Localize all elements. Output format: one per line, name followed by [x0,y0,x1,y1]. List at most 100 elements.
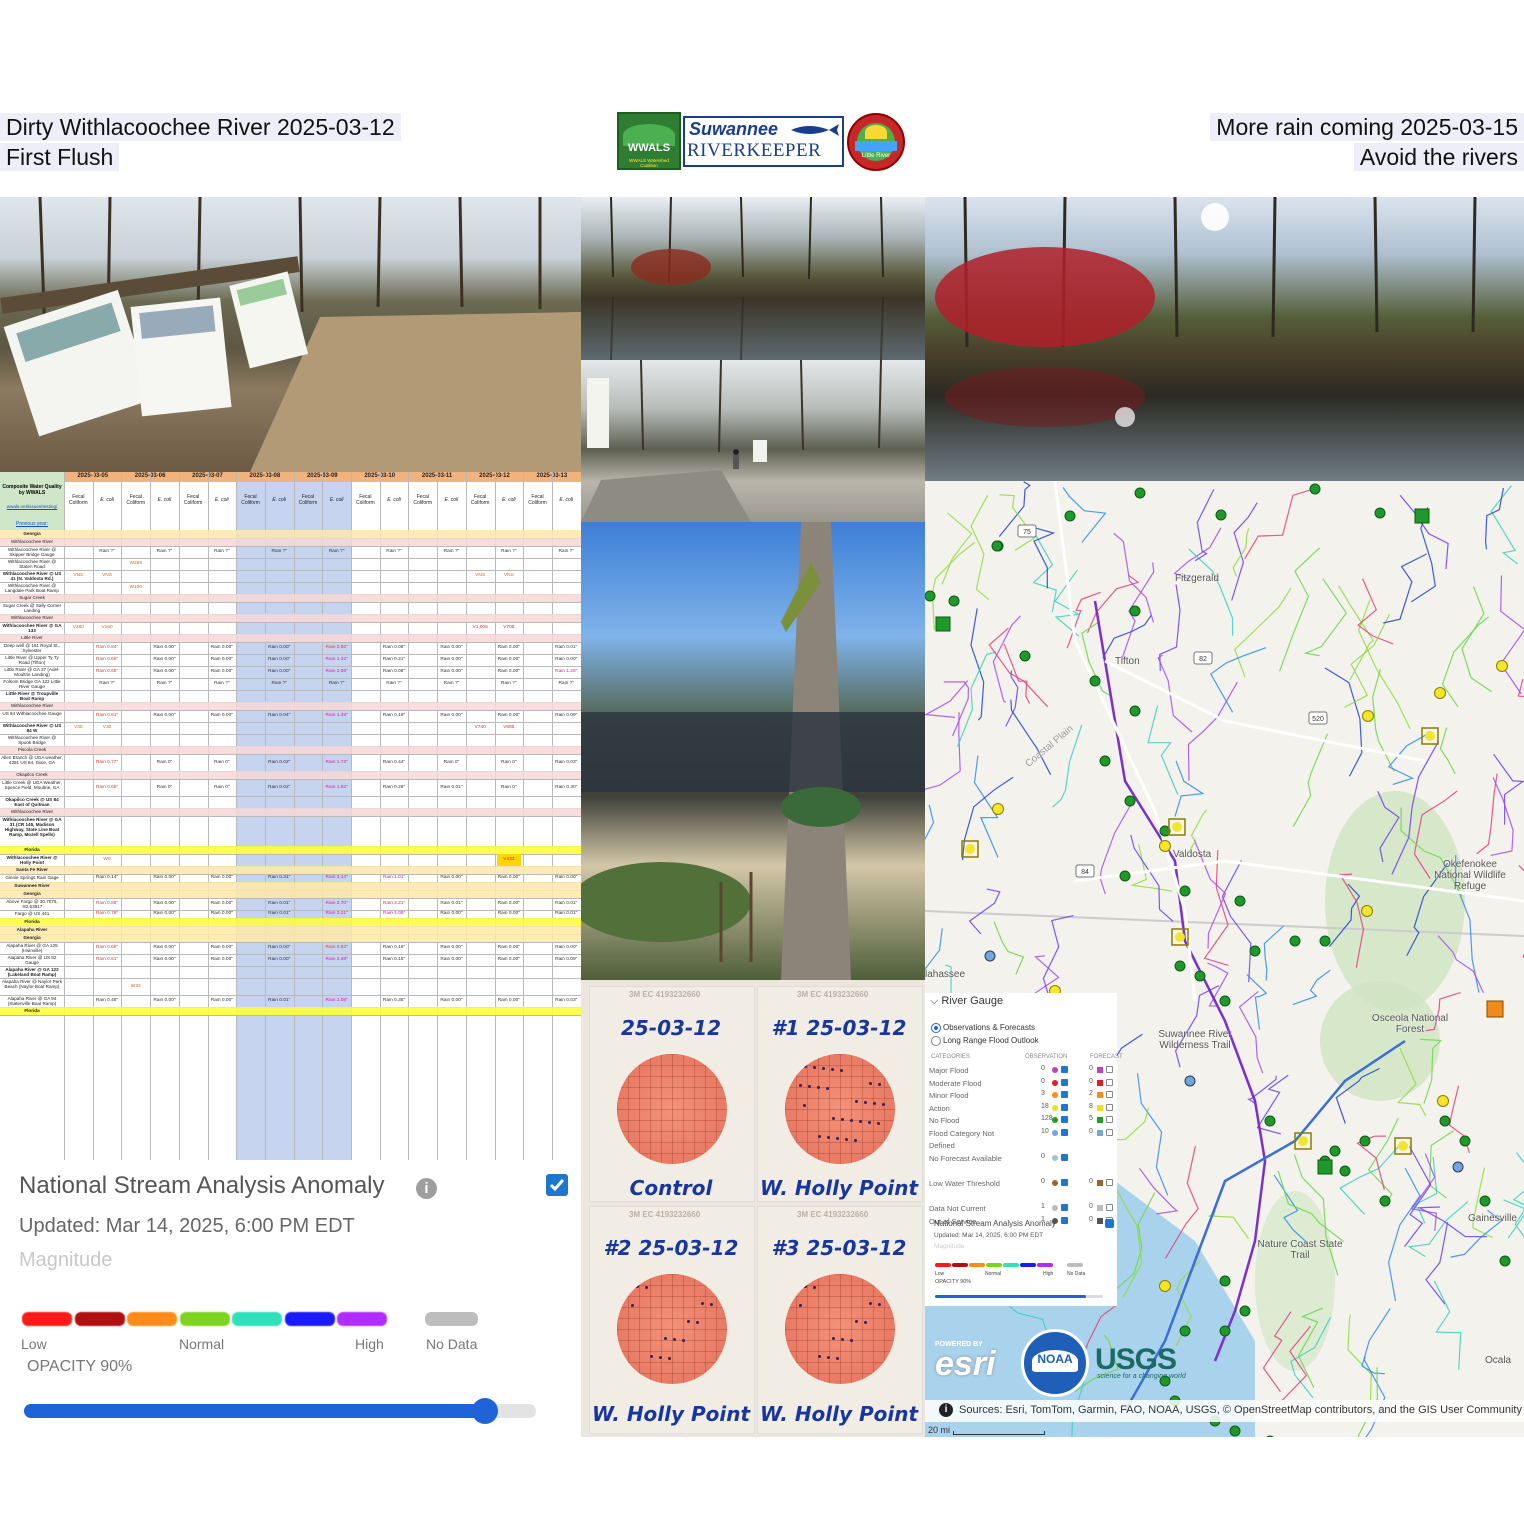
gauge-category-fc-checkbox[interactable] [1106,1091,1113,1099]
forecast-no-flood-square[interactable] [935,616,951,632]
gauge-no-flood-marker[interactable] [1359,1135,1371,1147]
gauge-action-marker[interactable] [992,803,1004,815]
forecast-minor-flood-square[interactable] [1486,1000,1504,1018]
gauge-no-flood-marker[interactable] [1064,510,1076,522]
gauge-no-flood-marker[interactable] [1219,995,1231,1007]
gauge-no-flood-marker[interactable] [1179,1325,1191,1337]
gauge-no-flood-marker[interactable] [1264,1115,1276,1127]
colony-dot [827,1136,830,1139]
gauge-no-flood-marker[interactable] [1219,1325,1231,1337]
gauge-no-flood-marker[interactable] [1134,487,1146,499]
previous-year-link[interactable]: Previous year: [0,521,64,527]
opacity-slider[interactable] [24,1398,536,1424]
gauge-action-marker[interactable] [1175,932,1185,942]
gauge-no-flood-marker[interactable] [1289,935,1301,947]
gauge-no-flood-marker[interactable] [1379,1195,1391,1207]
gauge-no-flood-marker[interactable] [1129,705,1141,717]
gauge-category-obs-checkbox[interactable] [1061,1066,1068,1073]
gauge-not-defined-marker[interactable] [984,950,996,962]
gauge-no-flood-marker[interactable] [991,540,1003,552]
gauge-category-obs-checkbox[interactable] [1061,1078,1068,1086]
gauge-no-flood-marker[interactable] [948,595,960,607]
gauge-not-defined-marker[interactable] [1452,1161,1464,1173]
gauge-category-obs-checkbox[interactable] [1061,1179,1068,1186]
gauge-no-flood-marker[interactable] [1459,1135,1471,1147]
gauge-no-flood-marker[interactable] [925,590,936,602]
gauge-action-marker[interactable] [965,844,975,854]
gauge-no-flood-marker[interactable] [1249,945,1261,957]
gauge-no-flood-marker[interactable] [1215,509,1227,521]
gauge-no-flood-marker[interactable] [1309,483,1321,495]
gauge-not-defined-marker[interactable] [1184,1075,1196,1087]
gauge-category-obs-checkbox[interactable] [1061,1216,1068,1224]
gauge-category-fc-checkbox[interactable] [1106,1078,1113,1086]
gauge-category-obs-checkbox[interactable] [1061,1091,1068,1099]
gauge-no-flood-marker[interactable] [1124,795,1136,807]
gauge-no-flood-marker[interactable] [1089,675,1101,687]
gauge-no-flood-marker[interactable] [1229,1425,1241,1437]
gauge-no-flood-marker[interactable] [1119,870,1131,882]
gauge-action-marker[interactable] [1172,822,1182,832]
nsa-small-checkbox[interactable] [1105,1219,1114,1228]
anomaly-layer-checkbox[interactable] [546,1174,568,1196]
table-row-divider [0,978,581,979]
gauge-category-obs-swatch [1052,1092,1058,1099]
attribution-info-icon[interactable]: i [939,1403,953,1417]
info-icon[interactable]: i [416,1178,437,1199]
table-cell-value: Rain ?" [501,549,517,554]
gauge-no-flood-marker[interactable] [1319,935,1331,947]
gauge-no-flood-marker[interactable] [1179,885,1191,897]
gauge-action-marker[interactable] [1434,687,1446,699]
nsa-small-opacity-slider[interactable] [935,1295,1103,1298]
gauge-action-marker[interactable] [1437,1095,1449,1107]
gauge-category-fc-checkbox[interactable] [1106,1066,1113,1073]
gauge-category-fc-checkbox[interactable] [1106,1204,1113,1211]
gauge-no-flood-marker[interactable] [1174,960,1186,972]
gauge-no-flood-marker[interactable] [1339,1165,1351,1177]
table-cell-value: Rain 0.26" [382,784,406,790]
gauge-action-marker[interactable] [1159,840,1171,852]
table-row-label: Georgia [23,891,41,896]
gauge-category-fc-checkbox[interactable] [1106,1116,1113,1124]
gauge-no-flood-marker[interactable] [1374,507,1386,519]
gauge-category-fc-checkbox[interactable] [1106,1179,1113,1186]
nsa-small-normal: Normal [985,1271,1002,1277]
table-section-band [0,882,581,890]
gauge-category-obs-checkbox[interactable] [1061,1204,1068,1211]
gauge-action-marker[interactable] [1361,905,1373,917]
gauge-no-flood-marker[interactable] [1129,605,1141,617]
forecast-no-flood-square[interactable] [1414,508,1430,524]
gauge-no-flood-marker[interactable] [1499,1255,1511,1267]
gauge-no-flood-marker[interactable] [1239,1305,1251,1317]
gauge-no-flood-marker[interactable] [1194,970,1206,982]
gauge-category-obs-checkbox[interactable] [1061,1129,1068,1136]
gauge-no-flood-marker[interactable] [1439,1115,1451,1127]
gauge-category-obs-checkbox[interactable] [1061,1103,1068,1111]
gauge-category-obs-checkbox[interactable] [1061,1116,1068,1124]
gauge-action-marker[interactable] [1425,731,1435,741]
gauge-no-flood-marker[interactable] [1099,755,1111,767]
gauge-category-fc-checkbox[interactable] [1106,1129,1113,1136]
gauge-no-flood-marker[interactable] [1329,1145,1341,1157]
gauge-action-marker[interactable] [1496,660,1508,672]
table-cell-value: Rain 0.00" [268,657,291,662]
river-gauge-title-row[interactable]: ⌵ River Gauge [930,995,1003,1008]
gauge-category-fc-checkbox[interactable] [1106,1103,1113,1111]
previous-year-cell: Previous year: [0,520,64,530]
table-cell-value: V30 [74,725,83,730]
gauge-category-obs-checkbox[interactable] [1061,1154,1068,1161]
observations-radio[interactable] [931,1023,941,1033]
gauge-action-marker[interactable] [1298,1136,1308,1146]
table-corner-link[interactable]: wwals.net/issues/testing/ [1,504,63,509]
forecast-no-flood-square[interactable] [1317,1159,1333,1175]
gauge-action-marker[interactable] [1362,710,1374,722]
table-row-label: Withlacoochee River @ US 41 (N. Valdosta… [2,571,62,581]
gauge-no-flood-marker[interactable] [1019,650,1031,662]
long-range-radio[interactable] [931,1036,941,1046]
gauge-no-flood-marker[interactable] [1234,895,1246,907]
opacity-slider-handle[interactable] [471,1398,498,1424]
gauge-no-flood-marker[interactable] [1219,1275,1231,1287]
gauge-action-marker[interactable] [1159,1280,1171,1292]
gauge-no-flood-marker[interactable] [1479,1195,1491,1207]
gauge-action-marker[interactable] [1398,1141,1408,1151]
